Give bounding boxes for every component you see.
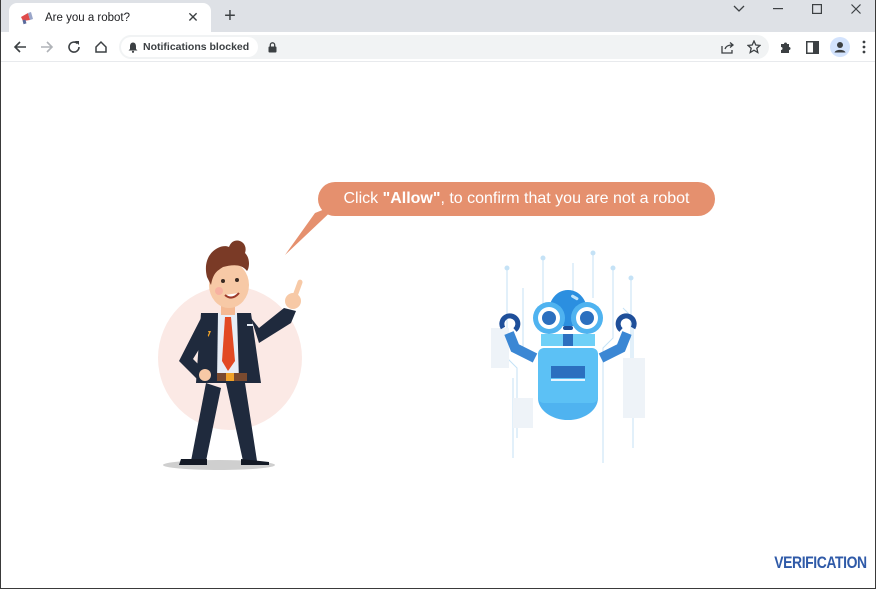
star-icon[interactable] <box>747 40 761 54</box>
tab-close-button[interactable]: ✕ <box>185 9 201 26</box>
arrow-right-icon <box>41 40 54 53</box>
toolbar-right <box>772 32 875 62</box>
profile-button[interactable] <box>826 34 853 60</box>
side-panel-button[interactable] <box>799 34 826 60</box>
avatar-icon <box>829 37 850 57</box>
bell-icon <box>128 42 138 53</box>
arrow-left-icon <box>13 40 26 53</box>
new-tab-button[interactable]: + <box>220 6 240 26</box>
bubble-text: Click "Allow", to confirm that you are n… <box>344 190 690 208</box>
minimize-button[interactable] <box>758 0 797 18</box>
title-bar: Are you a robot? ✕ + <box>1 0 875 32</box>
address-bar[interactable]: Notifications blocked <box>119 35 769 59</box>
share-icon[interactable] <box>721 41 735 54</box>
maximize-icon <box>811 4 822 14</box>
notifications-blocked-label: Notifications blocked <box>143 41 250 53</box>
home-button[interactable] <box>88 34 114 60</box>
reload-icon <box>68 40 80 53</box>
tab-title: Are you a robot? <box>45 11 131 24</box>
menu-button[interactable] <box>853 34 875 60</box>
page-content: Click "Allow", to confirm that you are n… <box>1 63 875 587</box>
close-icon <box>850 4 861 14</box>
forward-button[interactable] <box>34 34 60 60</box>
extensions-button[interactable] <box>772 34 799 60</box>
bubble-allow-highlight: "Allow" <box>382 190 441 207</box>
maximize-button[interactable] <box>797 0 836 18</box>
businessman-illustration <box>158 240 303 470</box>
minimize-icon <box>772 8 783 10</box>
home-icon <box>95 40 107 53</box>
lock-icon[interactable] <box>268 41 277 53</box>
notifications-blocked-chip[interactable]: Notifications blocked <box>121 37 259 57</box>
speech-bubble: Click "Allow", to confirm that you are n… <box>318 182 715 216</box>
verification-brand-label: VERIFICATION <box>774 553 868 572</box>
bubble-suffix: , to confirm that you are not a robot <box>440 190 690 207</box>
tab-active[interactable]: Are you a robot? ✕ <box>9 3 211 32</box>
chevron-down-icon <box>733 5 744 12</box>
browser-window: Are you a robot? ✕ + Notifications block… <box>0 0 876 589</box>
browser-toolbar: Notifications blocked <box>1 32 875 62</box>
side-panel-icon <box>806 40 819 54</box>
robot-illustration <box>491 250 645 463</box>
window-controls <box>719 0 875 20</box>
back-button[interactable] <box>7 34 33 60</box>
left-robot-arm <box>504 331 538 363</box>
close-window-button[interactable] <box>836 0 875 18</box>
puzzle-icon <box>780 42 790 53</box>
reload-button[interactable] <box>61 34 87 60</box>
tab-search-button[interactable] <box>719 0 758 18</box>
megaphone-icon <box>21 11 33 24</box>
more-vert-icon <box>862 40 866 54</box>
bubble-prefix: Click <box>343 190 383 207</box>
